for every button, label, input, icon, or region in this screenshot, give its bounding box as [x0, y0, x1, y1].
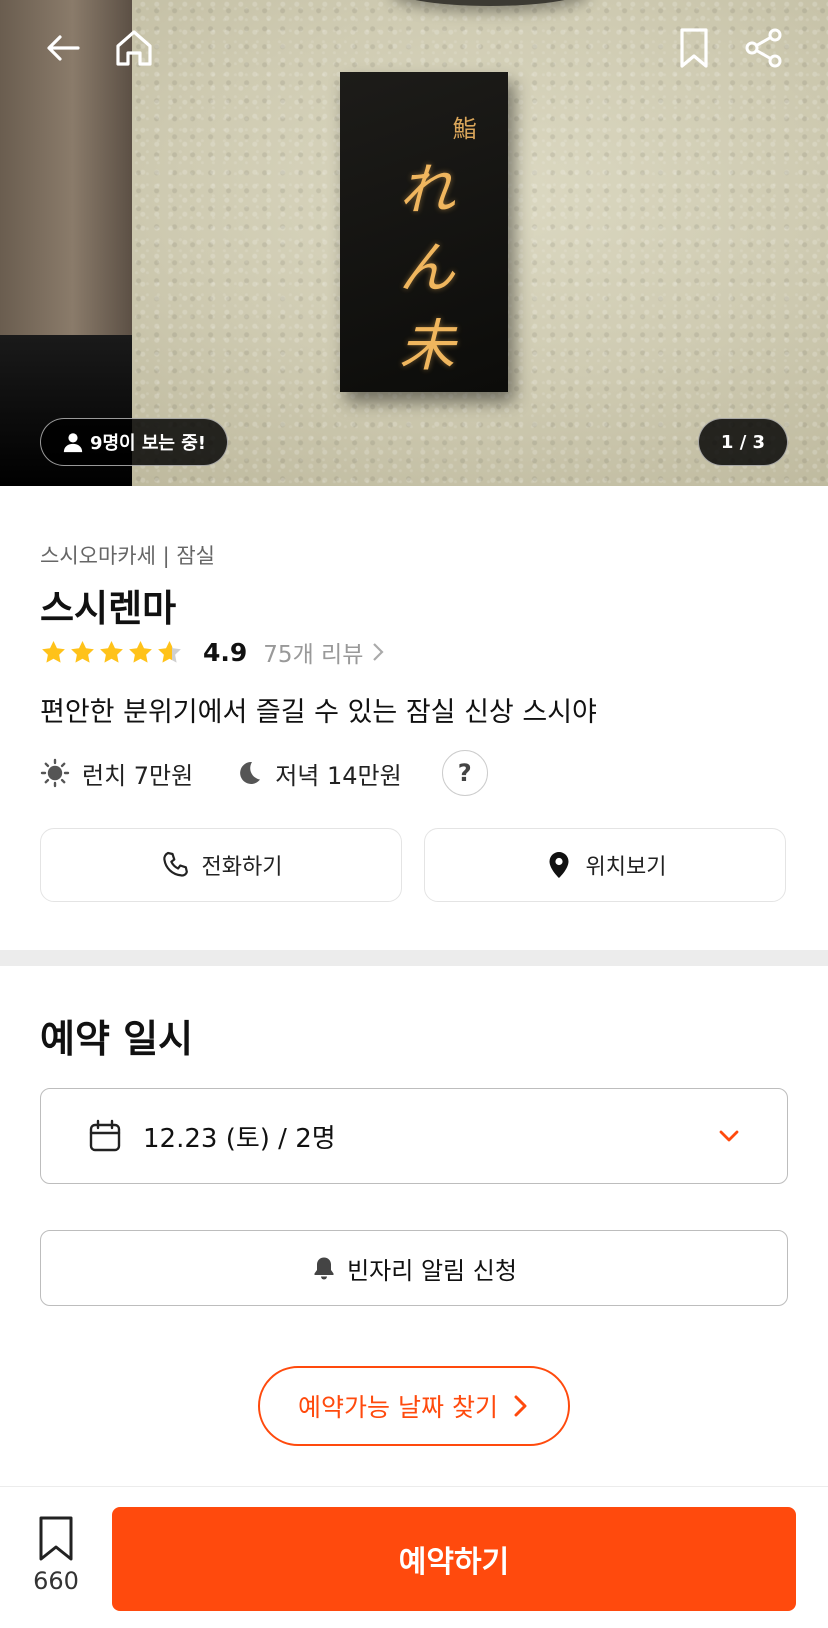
back-button[interactable] — [38, 22, 90, 74]
rating-stars — [40, 639, 183, 666]
moon-icon — [240, 761, 261, 784]
home-icon — [116, 30, 152, 66]
price-row: 런치 7만원 저녁 14만원 ? — [40, 750, 488, 796]
bell-icon — [314, 1257, 334, 1280]
dinner-price-label: 저녁 14만원 — [275, 761, 402, 790]
back-arrow-icon — [47, 35, 80, 61]
home-button[interactable] — [108, 22, 160, 74]
restaurant-sign: 鮨 れん未 — [340, 72, 508, 392]
image-counter: 1 / 3 — [698, 418, 788, 466]
reserve-button[interactable]: 예약하기 — [112, 1507, 796, 1611]
hero-image[interactable]: 鮨 れん未 9명이 보는 중! 1 / 3 — [0, 0, 828, 486]
sign-small-text: 鮨 — [448, 116, 476, 140]
share-button[interactable] — [738, 22, 790, 74]
lunch-price: 런치 7만원 — [40, 756, 193, 791]
sign-big-text: れん未 — [399, 158, 455, 379]
half-star-icon — [158, 640, 181, 663]
restaurant-description: 편안한 분위기에서 즐길 수 있는 잠실 신상 스시야 — [40, 697, 597, 728]
sun-icon — [40, 758, 70, 788]
find-available-dates-button[interactable]: 예약가능 날짜 찾기 — [258, 1366, 570, 1446]
section-divider — [0, 950, 828, 966]
bookmark-icon — [680, 28, 708, 68]
rating-row: 4.9 75개 리뷰 — [40, 634, 385, 670]
bookmark-icon — [39, 1516, 73, 1561]
map-label: 위치보기 — [585, 855, 667, 880]
chevron-down-icon — [719, 1130, 739, 1142]
star-icon — [42, 640, 65, 663]
share-icon — [745, 28, 782, 68]
bookmark-button[interactable] — [668, 22, 720, 74]
save-count: 660 — [33, 1567, 79, 1595]
person-icon — [63, 433, 83, 453]
viewers-label: 9명이 보는 중! — [89, 433, 207, 454]
find-dates-label: 예약가능 날짜 찾기 — [298, 1393, 498, 1422]
selected-date: 12.23 (토) / 2명 — [143, 1123, 336, 1154]
star-icon — [71, 640, 94, 663]
price-help-button[interactable]: ? — [441, 750, 488, 796]
location-pin-icon — [549, 852, 569, 878]
review-count: 75개 리뷰 — [263, 642, 364, 668]
star-icon — [100, 640, 123, 663]
call-button[interactable]: 전화하기 — [40, 828, 402, 902]
vacancy-alert-label: 빈자리 알림 신청 — [347, 1256, 517, 1285]
chevron-right-icon — [373, 643, 384, 661]
viewers-badge: 9명이 보는 중! — [40, 418, 228, 466]
chevron-right-icon — [514, 1395, 527, 1417]
review-link[interactable]: 75개 리뷰 — [263, 635, 385, 669]
date-party-selector[interactable]: 12.23 (토) / 2명 — [40, 1088, 788, 1184]
restaurant-name: 스시렌마 — [40, 587, 177, 630]
lunch-price-label: 런치 7만원 — [82, 761, 194, 790]
reservation-section-title: 예약 일시 — [40, 1017, 194, 1061]
dinner-price: 저녁 14만원 — [233, 756, 402, 791]
location-button[interactable]: 위치보기 — [424, 828, 786, 902]
rating-value: 4.9 — [203, 637, 248, 667]
save-button[interactable]: 660 — [24, 1515, 88, 1595]
calendar-icon — [89, 1119, 121, 1152]
phone-icon — [162, 851, 188, 877]
star-icon — [129, 640, 152, 663]
call-label: 전화하기 — [201, 855, 283, 880]
vacancy-alert-button[interactable]: 빈자리 알림 신청 — [40, 1230, 788, 1306]
restaurant-category: 스시오마카세 | 잠실 — [40, 544, 215, 568]
bottom-bar: 660 예약하기 — [0, 1486, 828, 1628]
